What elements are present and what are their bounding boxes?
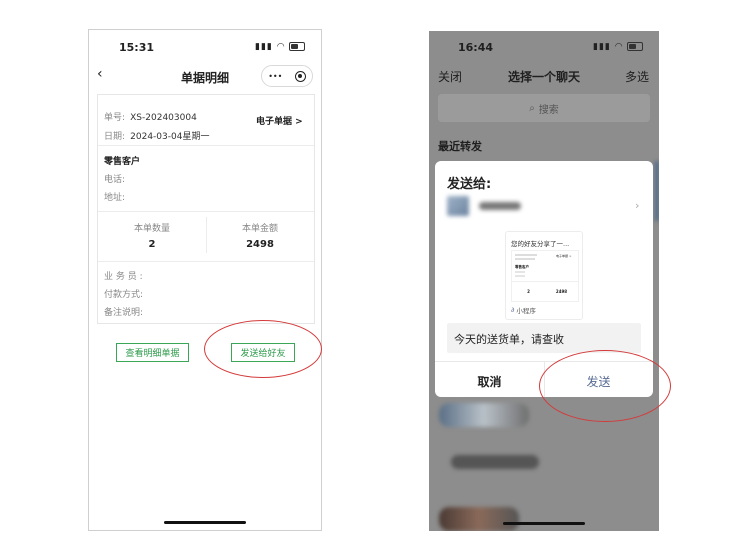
order-number-row: 单号: XS-202403004 (104, 105, 197, 124)
customer-address-label: 地址: (104, 193, 126, 203)
preview-caption: 您的好友分享了一... (511, 240, 570, 248)
order-date-value: 2024-03-04星期一 (130, 132, 210, 142)
search-placeholder: 搜索 (538, 104, 559, 116)
order-number-label: 单号: (104, 113, 126, 123)
status-icons: ▮▮▮ ◠ (255, 42, 306, 52)
preview-qty: 2 (527, 289, 530, 294)
remark-label: 备注说明: (104, 308, 144, 318)
preview-thumbnail: 电子单据 > 零售客户 2 2498 (511, 250, 579, 302)
chat-item-blurred[interactable] (451, 455, 539, 469)
mini-program-icon: ∂ (511, 306, 515, 314)
preview-e-link: 电子单据 > (556, 254, 572, 258)
divider (98, 211, 314, 212)
battery-icon (627, 42, 644, 51)
wifi-icon: ◠ (614, 42, 624, 52)
amount-value: 2498 (246, 239, 274, 250)
mini-program-tag: ∂ 小程序 (511, 305, 536, 315)
battery-icon (289, 42, 306, 51)
avatar (447, 196, 469, 216)
preview-amount: 2498 (555, 289, 568, 294)
amount-label: 本单金额 (241, 224, 278, 234)
highlight-ellipse (539, 350, 671, 422)
signal-icon: ▮▮▮ (593, 42, 611, 52)
preview-customer: 零售客户 (515, 265, 529, 269)
wifi-icon: ◠ (276, 42, 286, 52)
search-input[interactable]: ⌕ 搜索 (438, 94, 650, 122)
home-indicator (503, 522, 585, 525)
e-receipt-link[interactable]: 电子单据 > (256, 114, 303, 127)
qty-value: 2 (148, 239, 156, 250)
salesperson-label: 业 务 员 : (104, 272, 143, 282)
recipient-name (479, 202, 521, 210)
home-indicator (164, 521, 246, 524)
status-time: 15:31 (119, 41, 155, 54)
highlight-ellipse (204, 320, 322, 378)
qty-label: 本单数量 (133, 224, 170, 234)
order-date-label: 日期: (104, 132, 126, 142)
payment-label: 付款方式: (104, 290, 144, 300)
status-time: 16:44 (458, 41, 494, 54)
view-detail-button[interactable]: 查看明细单据 (116, 343, 189, 362)
order-date-row: 日期: 2024-03-04星期一 (104, 124, 209, 143)
customer-name: 零售客户 (104, 157, 141, 167)
dialog-title: 发送给: (447, 177, 492, 192)
chevron-right-icon[interactable]: › (635, 199, 639, 212)
target-icon[interactable] (294, 70, 306, 82)
chat-item-blurred[interactable] (439, 507, 519, 531)
divider (98, 145, 314, 146)
message-text: 今天的送货单，请查收 (454, 333, 564, 346)
message-input[interactable]: 今天的送货单，请查收 (447, 323, 641, 353)
customer-phone-label: 电话: (104, 175, 126, 185)
chat-item-blurred[interactable] (439, 403, 529, 427)
phone-left-screen: 15:31 ▮▮▮ ◠ ‹ 单据明细 ••• 单号: XS-202403004 … (88, 29, 322, 531)
divider (98, 261, 314, 262)
recent-forward-title: 最近转发 (438, 140, 482, 153)
mini-program-capsule: ••• (261, 65, 313, 87)
receipt-card: 单号: XS-202403004 日期: 2024-03-04星期一 电子单据 … (97, 94, 315, 324)
cancel-button[interactable]: 取消 (435, 373, 544, 390)
more-icon[interactable]: ••• (268, 72, 282, 81)
multi-select-button[interactable]: 多选 (625, 68, 649, 85)
phone-right-screen: 16:44 ▮▮▮ ◠ 关闭 选择一个聊天 多选 ⌕ 搜索 最近转发 发送给: … (429, 31, 659, 531)
scroll-edge-blur (655, 161, 659, 221)
search-icon: ⌕ (529, 102, 535, 114)
status-icons: ▮▮▮ ◠ (593, 42, 644, 52)
mini-program-preview: 您的好友分享了一... 电子单据 > 零售客户 2 2498 ∂ 小程序 (505, 231, 583, 320)
order-number-value: XS-202403004 (130, 113, 197, 123)
signal-icon: ▮▮▮ (255, 42, 273, 52)
mini-program-label: 小程序 (516, 307, 536, 315)
